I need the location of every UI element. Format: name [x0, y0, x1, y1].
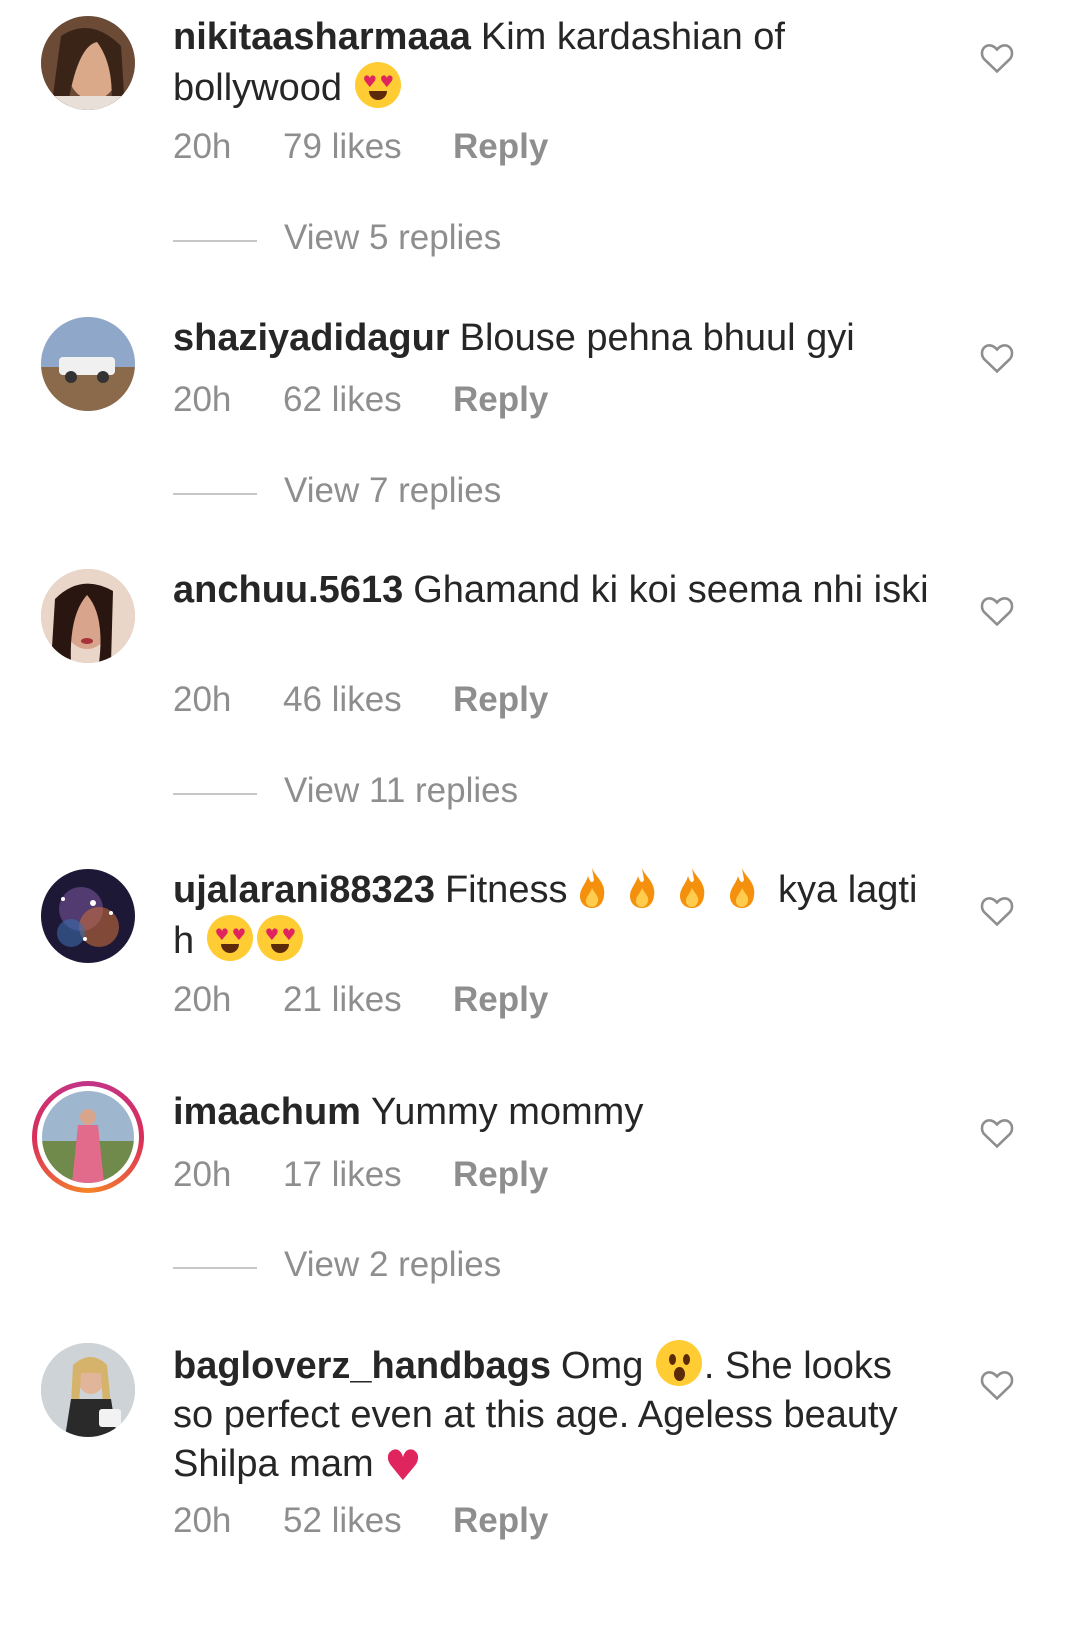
username[interactable]: bagloverz_handbags: [173, 1345, 551, 1387]
avatar: [42, 1091, 134, 1183]
username[interactable]: nikitaasharmaaa: [173, 16, 471, 58]
comment-text: nikitaasharmaaa Kim kardashian of bollywo…: [173, 13, 933, 113]
comment-likes[interactable]: 62 likes: [283, 380, 402, 420]
username[interactable]: imaachum: [173, 1091, 361, 1133]
fire-emoji-icon: [726, 866, 758, 910]
comment-body: nikitaasharmaaa Kim kardashian of bollywo…: [173, 13, 933, 113]
comment-message: Omg: [560, 1345, 644, 1387]
reply-button[interactable]: Reply: [453, 1501, 548, 1541]
comment-message: Yummy mommy: [370, 1091, 644, 1133]
heart-eyes-emoji-icon: ♥ ♥: [206, 915, 253, 961]
avatar[interactable]: [41, 1343, 135, 1437]
comment-body: imaachum Yummy mommy: [173, 1088, 933, 1137]
comment-message: Blouse pehna bhuul gyi: [459, 317, 855, 359]
heart-eyes-emoji-icon: ♥ ♥: [256, 915, 303, 961]
username[interactable]: anchuu.5613: [173, 569, 403, 611]
comment-time: 20h: [173, 680, 232, 719]
avatar[interactable]: [41, 317, 135, 411]
comment-time: 20h: [173, 1501, 232, 1540]
astonished-face-emoji-icon: [655, 1340, 702, 1386]
comment-text: ujalarani88323 Fitness kya lagti h ♥ ♥ ♥ ♥: [173, 866, 933, 966]
reply-button[interactable]: Reply: [453, 127, 548, 167]
comment-body: bagloverz_handbags Omg . She looks so per…: [173, 1340, 933, 1490]
comment-body: anchuu.5613 Ghamand ki koi seema nhi iski: [173, 566, 933, 615]
view-replies-label: View 5 replies: [284, 218, 502, 257]
comment-likes[interactable]: 17 likes: [283, 1155, 402, 1195]
avatar[interactable]: [41, 869, 135, 963]
fire-emoji-icon: [576, 866, 608, 910]
comment-body: shaziyadidagur Blouse pehna bhuul gyi: [173, 314, 933, 363]
comment-likes[interactable]: 21 likes: [283, 980, 402, 1020]
comment-message: Fitness: [444, 869, 568, 911]
heart-outline-icon[interactable]: [980, 42, 1014, 74]
heart-outline-icon[interactable]: [980, 1369, 1014, 1401]
heart-outline-icon[interactable]: [980, 895, 1014, 927]
reply-button[interactable]: Reply: [453, 380, 548, 420]
comment-likes[interactable]: 79 likes: [283, 127, 402, 167]
fire-emoji-icon: [626, 866, 658, 910]
avatar[interactable]: [41, 16, 135, 110]
comment-time: 20h: [173, 980, 232, 1019]
comment-time: 20h: [173, 380, 232, 419]
heart-outline-icon[interactable]: [980, 342, 1014, 374]
comment-text: anchuu.5613 Ghamand ki koi seema nhi iski: [173, 566, 933, 615]
comment-message: Ghamand ki koi seema nhi iski: [413, 569, 929, 611]
comment-likes[interactable]: 52 likes: [283, 1501, 402, 1541]
avatar[interactable]: [41, 569, 135, 663]
view-replies-label: View 2 replies: [284, 1245, 502, 1284]
comment-body: ujalarani88323 Fitness kya lagti h ♥ ♥ ♥ ♥: [173, 866, 933, 966]
divider-line: [173, 493, 257, 495]
heart-eyes-emoji-icon: ♥ ♥: [354, 62, 401, 108]
comment-time: 20h: [173, 1155, 232, 1194]
comment-text: imaachum Yummy mommy: [173, 1088, 933, 1137]
divider-line: [173, 793, 257, 795]
heart-outline-icon[interactable]: [980, 1117, 1014, 1149]
avatar-ring-gap: [37, 1086, 139, 1188]
divider-line: [173, 240, 257, 242]
view-replies-label: View 7 replies: [284, 471, 502, 510]
reply-button[interactable]: Reply: [453, 1155, 548, 1195]
reply-button[interactable]: Reply: [453, 680, 548, 720]
red-heart-emoji-icon: ♥: [384, 1441, 422, 1490]
divider-line: [173, 1267, 257, 1269]
comment-likes[interactable]: 46 likes: [283, 680, 402, 720]
comment-text: shaziyadidagur Blouse pehna bhuul gyi: [173, 314, 933, 363]
view-replies-label: View 11 replies: [284, 771, 519, 810]
comment-text: bagloverz_handbags Omg . She looks so per…: [173, 1340, 933, 1490]
username[interactable]: ujalarani88323: [173, 869, 435, 911]
avatar-with-story-ring[interactable]: [32, 1081, 144, 1193]
fire-emoji-icon: [676, 866, 708, 910]
heart-outline-icon[interactable]: [980, 595, 1014, 627]
username[interactable]: shaziyadidagur: [173, 317, 450, 359]
reply-button[interactable]: Reply: [453, 980, 548, 1020]
comment-time: 20h: [173, 127, 232, 166]
